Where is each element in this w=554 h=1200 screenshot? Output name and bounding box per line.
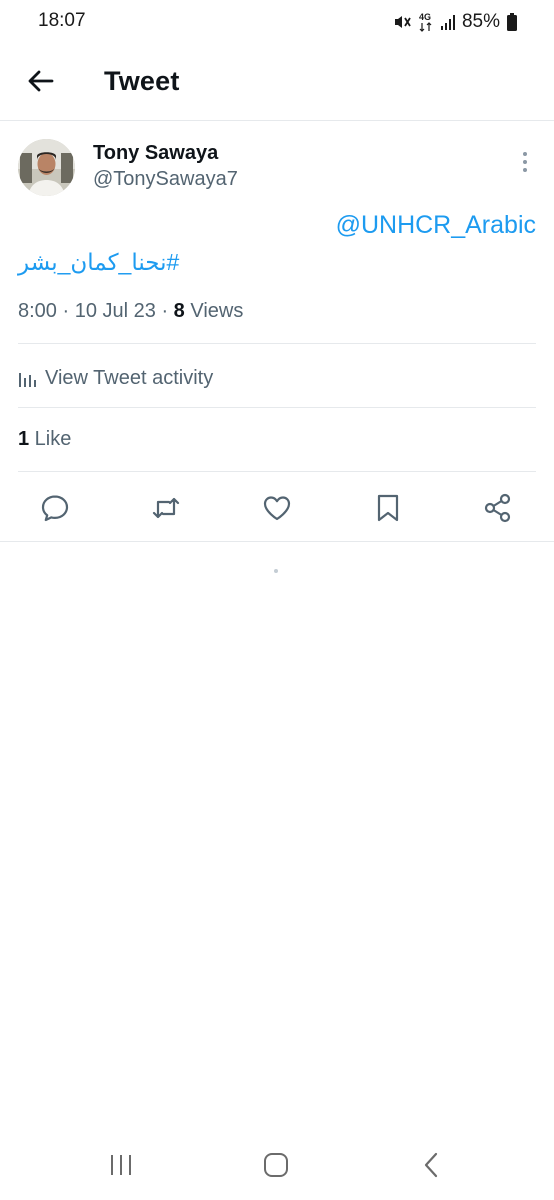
- more-options-button[interactable]: [516, 150, 534, 176]
- meta-separator: ·: [155, 300, 174, 322]
- tweet-mention[interactable]: @UNHCR_Arabic: [336, 211, 536, 240]
- view-tweet-activity-button[interactable]: View Tweet activity: [18, 364, 213, 392]
- divider: [18, 471, 536, 472]
- activity-label: View Tweet activity: [45, 366, 214, 389]
- app-bar: Tweet: [0, 44, 554, 120]
- divider: [18, 343, 536, 344]
- views-label: Views: [184, 300, 244, 322]
- status-icons: 4G 85%: [392, 10, 518, 34]
- tweet-meta: 8:00 · 10 Jul 23 · 8 Views: [18, 300, 243, 323]
- author-name[interactable]: Tony Sawaya: [93, 142, 218, 165]
- reply-button[interactable]: [39, 492, 71, 524]
- bookmark-icon: [377, 494, 399, 522]
- divider: [18, 407, 536, 408]
- network-label: 4G: [419, 12, 431, 22]
- likes-count-link[interactable]: 1 Like: [18, 428, 71, 451]
- recent-apps-icon: [111, 1155, 131, 1175]
- like-icon: [263, 496, 291, 521]
- tweet-time: 8:00: [18, 300, 57, 322]
- avatar[interactable]: [18, 139, 75, 196]
- arrow-left-icon: [28, 70, 54, 92]
- share-icon: [484, 493, 511, 523]
- views-count: 8: [173, 300, 185, 322]
- tweet-hashtag[interactable]: #نحنا_كمان_بشر: [18, 249, 179, 276]
- system-nav-bar: [0, 1140, 554, 1190]
- status-bar: 18:07 4G 85%: [0, 0, 554, 44]
- page-title: Tweet: [104, 66, 180, 96]
- battery-percent: 85%: [461, 11, 500, 32]
- reply-icon: [41, 495, 69, 522]
- home-icon: [264, 1153, 288, 1177]
- share-button[interactable]: [482, 492, 514, 524]
- network-4g-icon: 4G: [419, 12, 432, 32]
- back-icon: [424, 1152, 438, 1178]
- system-back-button[interactable]: [417, 1150, 447, 1180]
- back-button[interactable]: [24, 64, 58, 98]
- status-time: 18:07: [38, 10, 86, 31]
- header-divider: [0, 120, 554, 121]
- mute-vibrate-icon: [394, 16, 411, 28]
- meta-separator: ·: [56, 300, 75, 322]
- retweet-button[interactable]: [150, 492, 182, 524]
- retweet-icon: [152, 497, 180, 519]
- likes-label: Like: [29, 428, 72, 450]
- bookmark-button[interactable]: [372, 492, 404, 524]
- tweet-date: 10 Jul 23: [74, 300, 156, 322]
- more-vertical-icon: [523, 152, 527, 172]
- actions-divider: [0, 541, 554, 542]
- battery-icon: [507, 13, 517, 31]
- home-button[interactable]: [261, 1150, 291, 1180]
- tweet-actions: [0, 480, 554, 536]
- avatar-image: [18, 139, 75, 196]
- signal-icon: [440, 15, 455, 30]
- likes-count: 1: [18, 428, 30, 450]
- recent-apps-button[interactable]: [106, 1150, 136, 1180]
- analytics-icon: [19, 372, 36, 387]
- author-handle[interactable]: @TonySawaya7: [93, 168, 238, 191]
- like-button[interactable]: [261, 492, 293, 524]
- loading-indicator: [274, 569, 278, 573]
